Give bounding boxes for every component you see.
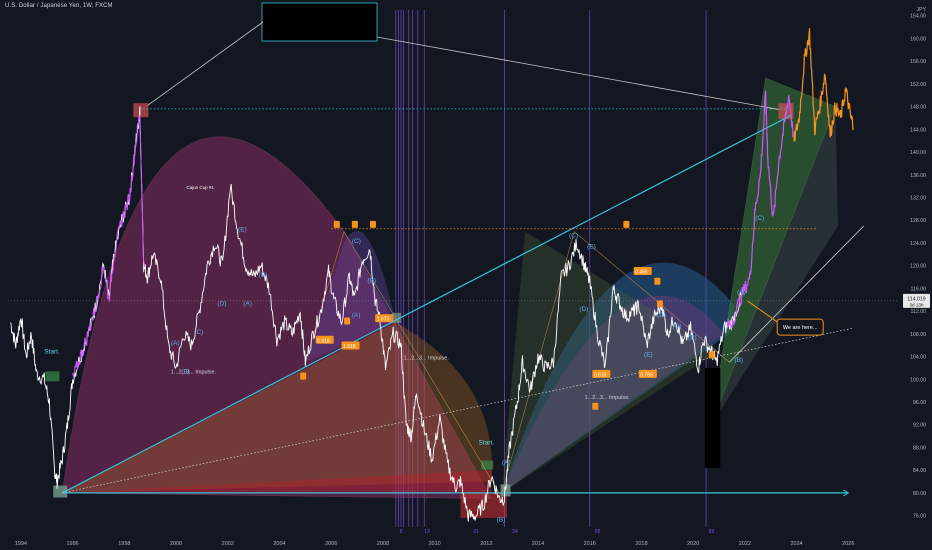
x-tick-label: 2004 (273, 541, 285, 547)
y-tick-label: 160.00 (910, 36, 926, 42)
wave-label: (A) (243, 300, 252, 307)
wave-label: (E) (238, 227, 247, 234)
wave-label: (D) (657, 312, 666, 319)
symbol-header: U.S. Dollar / Japanese Yen, 1W, FXCM (5, 3, 113, 9)
y-tick-label: 84.00 (913, 468, 926, 474)
y-tick-label: 144.00 (910, 127, 926, 133)
wave-label: (E) (644, 352, 653, 359)
x-tick-label: 1994 (15, 541, 27, 547)
start-green-1995 (45, 371, 60, 382)
impulse-label: 1...2...3... Impulse. (585, 395, 631, 401)
wave-label: (B) (259, 272, 268, 279)
y-tick-label: 148.00 (910, 105, 926, 111)
x-tick-label: 2000 (170, 541, 182, 547)
x-tick-label: 2018 (635, 541, 647, 547)
wave-label: (C) (569, 232, 578, 239)
countdown: 3d 13h (909, 302, 923, 307)
y-tick-label: 112.00 (911, 309, 927, 315)
x-tick-label: 2002 (222, 541, 234, 547)
wave-label: (D) (217, 300, 226, 307)
y-tick-label: 100.00 (910, 377, 926, 383)
wave-label: (E) (587, 244, 596, 251)
orange-marker (300, 372, 307, 380)
usdjpy-chart[interactable]: (A) (B) (C) (D) (E) (A) (B) (C) (A) (B) (C) (D) (E) (… (0, 0, 932, 550)
x-tick-label: 2006 (325, 541, 337, 547)
currency-label: JPY (916, 7, 926, 13)
wave-label: (A) (352, 312, 361, 319)
orange-marker (654, 277, 661, 285)
orange-marker (344, 317, 351, 325)
wave-label: (B) (497, 516, 506, 523)
x-tick-label: 2016 (584, 541, 596, 547)
wave-label: (B) (688, 335, 697, 342)
impulse-label: 1...2...3... Impulse. (404, 355, 450, 361)
orange-marker (351, 220, 358, 228)
y-tick-label: 120.00 (910, 264, 926, 270)
y-tick-label: 124.00 (910, 241, 926, 247)
time-axis: 1994 1996 1998 2000 2002 2004 2006 2008 2010 2012… (0, 534, 932, 550)
price-axis: 76.00 80.00 84.00 88.00 92.00 96.00 100.00 104.… (900, 0, 932, 550)
fib-label: 0.618 (594, 372, 607, 378)
fib-label: 0.456 (635, 270, 648, 276)
start-box-2012 (500, 484, 511, 497)
wave-label: (A) (502, 460, 511, 467)
y-tick-label: 104.00 (910, 355, 926, 361)
wave-label: (C) (672, 323, 681, 330)
black-box (704, 367, 721, 468)
y-tick-label: 128.00 (910, 218, 926, 224)
x-tick-label: 2010 (428, 541, 440, 547)
y-tick-label: 108.00 (910, 332, 926, 338)
y-tick-label: 136.00 (910, 173, 926, 179)
x-tick-label: 2012 (480, 541, 492, 547)
x-tick-label: 2022 (739, 541, 751, 547)
x-tick-label: 2020 (687, 541, 699, 547)
y-tick-label: 88.00 (913, 445, 926, 451)
note-box (261, 2, 378, 42)
wave-label: (C) (194, 329, 203, 336)
wave-label: (C) (755, 215, 764, 222)
y-tick-label: 140.00 (910, 150, 926, 156)
impulse-label: 1...2...3... Impulse. (171, 370, 217, 376)
y-tick-label: 76.00 (913, 514, 926, 520)
x-tick-label: 2014 (532, 541, 544, 547)
x-tick-label: 1998 (118, 541, 130, 547)
y-tick-label: 156.00 (910, 59, 926, 65)
y-tick-label: 152.00 (910, 82, 926, 88)
orange-marker (369, 220, 376, 228)
start-label: Start. (44, 349, 60, 356)
wave-label: (A) (737, 289, 746, 296)
wave-label: (B) (735, 357, 744, 364)
x-tick-label: 2024 (790, 541, 802, 547)
x-tick-label: 1996 (67, 541, 79, 547)
x-tick-label: 2026 (842, 541, 854, 547)
x-tick-label: 2008 (377, 541, 389, 547)
top-box-1998 (133, 103, 149, 118)
fib-label: 0.618 (317, 338, 330, 344)
cup-label: Cajun Cup #1 (186, 185, 214, 190)
orange-marker (623, 220, 630, 228)
wave-label: (B) (367, 278, 376, 285)
y-tick-label: 80.00 (913, 491, 926, 497)
orange-marker (708, 351, 715, 359)
fib-label: 1.618 (343, 344, 356, 350)
y-tick-label: 116.00 (911, 286, 927, 292)
orange-marker (656, 300, 663, 308)
start-label: Start. (479, 440, 495, 447)
wave-label: (C) (352, 238, 361, 245)
wave-label: (A) (171, 340, 180, 347)
fib-label: 1.073 (377, 317, 390, 323)
y-tick-label: 92.00 (913, 423, 926, 429)
callout-text: We are here... (783, 325, 818, 331)
y-tick-label: 96.00 (913, 400, 926, 406)
orange-marker (592, 402, 599, 410)
orange-marker (333, 220, 340, 228)
wave-label: (D) (579, 306, 588, 313)
fib-label: 0.786 (640, 372, 653, 378)
y-tick-label: 132.00 (910, 195, 926, 201)
y-tick-label: 164.00 (910, 14, 926, 20)
